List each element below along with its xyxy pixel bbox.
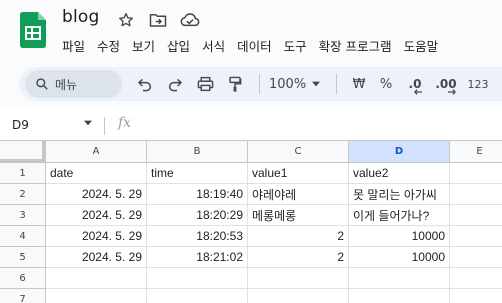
- undo-icon[interactable]: [130, 70, 160, 98]
- cell-b4[interactable]: 18:20:53: [147, 226, 248, 247]
- cell-d7[interactable]: [349, 289, 450, 303]
- cell-c5[interactable]: 2: [248, 247, 349, 268]
- row-header-4[interactable]: 4: [0, 226, 46, 247]
- row-header-2[interactable]: 2: [0, 184, 46, 205]
- paint-format-icon[interactable]: [220, 70, 250, 98]
- name-box[interactable]: D9: [12, 118, 29, 132]
- cell-c1[interactable]: value1: [248, 163, 349, 184]
- formula-bar: D9 fx: [0, 112, 502, 140]
- increase-decimal-button[interactable]: .00: [430, 70, 462, 98]
- menu-edit[interactable]: 수정: [97, 36, 126, 55]
- cell-a1[interactable]: date: [46, 163, 147, 184]
- menu-view[interactable]: 보기: [132, 36, 161, 55]
- cell-b3[interactable]: 18:20:29: [147, 205, 248, 226]
- spreadsheet-grid: ABCDE 1234567 date time value1 value2 2024. …: [0, 140, 502, 303]
- number-format-button[interactable]: 123: [462, 70, 494, 98]
- column-header-d[interactable]: D: [349, 141, 450, 163]
- document-title[interactable]: blog: [62, 7, 100, 27]
- cell-d2[interactable]: 못 말리는 아가씨: [349, 184, 450, 205]
- search-icon: [36, 78, 48, 90]
- menu-file[interactable]: 파일: [62, 36, 91, 55]
- cell-b6[interactable]: [147, 268, 248, 289]
- cell-c2[interactable]: 야레야레: [248, 184, 349, 205]
- menu-help[interactable]: 도움말: [404, 36, 445, 55]
- cell-d1[interactable]: value2: [349, 163, 450, 184]
- column-header-a[interactable]: A: [46, 141, 147, 163]
- chevron-down-icon: [312, 81, 321, 87]
- toolbar-divider: [336, 74, 337, 94]
- menu-extensions[interactable]: 확장 프로그램: [319, 36, 398, 55]
- arrow-left-icon: [414, 89, 422, 95]
- chevron-down-icon[interactable]: [84, 120, 92, 126]
- column-header-c[interactable]: C: [248, 141, 349, 163]
- format-currency-button[interactable]: ₩: [346, 70, 372, 98]
- cell-a3[interactable]: 2024. 5. 29: [46, 205, 147, 226]
- cell-b1[interactable]: time: [147, 163, 248, 184]
- cell-e2[interactable]: [450, 184, 502, 205]
- menu-format[interactable]: 서식: [202, 36, 231, 55]
- cell-b2[interactable]: 18:19:40: [147, 184, 248, 205]
- search-menus-button[interactable]: 메뉴: [25, 70, 122, 98]
- row-header-3[interactable]: 3: [0, 205, 46, 226]
- star-icon[interactable]: [116, 10, 136, 30]
- cell-d3[interactable]: 이게 들어가나?: [349, 205, 450, 226]
- menu-insert[interactable]: 삽입: [167, 36, 196, 55]
- menu-bar: 파일 수정 보기 삽입 서식 데이터 도구 확장 프로그램 도움말: [62, 36, 450, 55]
- cell-c6[interactable]: [248, 268, 349, 289]
- cell-c7[interactable]: [248, 289, 349, 303]
- toolbar-divider: [259, 74, 260, 94]
- cell-a4[interactable]: 2024. 5. 29: [46, 226, 147, 247]
- arrow-right-icon: [448, 89, 456, 95]
- select-all-corner[interactable]: [0, 141, 46, 163]
- format-percent-button[interactable]: %: [372, 70, 400, 98]
- cell-d5[interactable]: 10000: [349, 247, 450, 268]
- cell-a5[interactable]: 2024. 5. 29: [46, 247, 147, 268]
- redo-icon[interactable]: [160, 70, 190, 98]
- cell-a7[interactable]: [46, 289, 147, 303]
- search-label: 메뉴: [55, 77, 78, 92]
- cell-e5[interactable]: [450, 247, 502, 268]
- cell-a2[interactable]: 2024. 5. 29: [46, 184, 147, 205]
- move-to-folder-icon[interactable]: [148, 10, 168, 30]
- title-bar: blog 파일 수정 보기 삽입 서식 데이터 도구 확장 프로그램 도움말: [0, 0, 502, 62]
- cell-e7[interactable]: [450, 289, 502, 303]
- row-header-7[interactable]: 7: [0, 289, 46, 303]
- sheets-logo-icon[interactable]: [20, 12, 46, 48]
- row-header-5[interactable]: 5: [0, 247, 46, 268]
- cell-a6[interactable]: [46, 268, 147, 289]
- cell-e6[interactable]: [450, 268, 502, 289]
- cell-e1[interactable]: [450, 163, 502, 184]
- cell-b7[interactable]: [147, 289, 248, 303]
- toolbar: 메뉴 100% ₩ % .0 .00 123: [19, 67, 502, 101]
- cell-e3[interactable]: [450, 205, 502, 226]
- print-icon[interactable]: [190, 70, 220, 98]
- cell-d6[interactable]: [349, 268, 450, 289]
- zoom-select[interactable]: 100%: [269, 70, 327, 98]
- menu-data[interactable]: 데이터: [237, 36, 278, 55]
- cell-b5[interactable]: 18:21:02: [147, 247, 248, 268]
- decrease-decimal-button[interactable]: .0: [400, 70, 430, 98]
- column-header-b[interactable]: B: [147, 141, 248, 163]
- formula-divider: [104, 117, 105, 135]
- menu-tools[interactable]: 도구: [284, 36, 313, 55]
- cell-d4[interactable]: 10000: [349, 226, 450, 247]
- cloud-saved-icon[interactable]: [180, 10, 200, 30]
- cell-c3[interactable]: 메롱메롱: [248, 205, 349, 226]
- toolbar-area: 메뉴 100% ₩ % .0 .00 123: [0, 62, 502, 106]
- column-header-e[interactable]: E: [450, 141, 502, 163]
- row-header-6[interactable]: 6: [0, 268, 46, 289]
- cell-c4[interactable]: 2: [248, 226, 349, 247]
- fx-icon: fx: [118, 115, 132, 131]
- zoom-value: 100%: [269, 76, 307, 92]
- cell-e4[interactable]: [450, 226, 502, 247]
- row-header-1[interactable]: 1: [0, 163, 46, 184]
